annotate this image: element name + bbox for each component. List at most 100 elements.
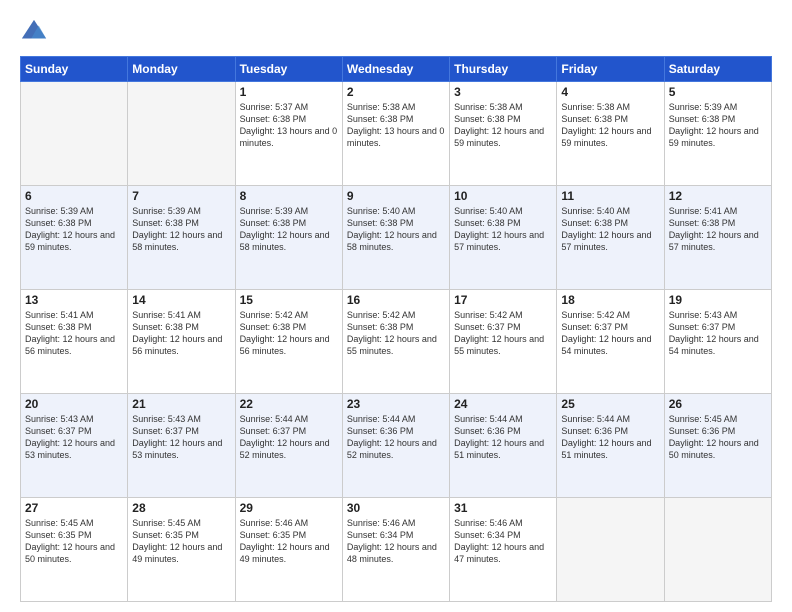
day-number: 21 [132,397,230,411]
cell-details: Sunrise: 5:38 AM Sunset: 6:38 PM Dayligh… [561,101,659,150]
day-number: 1 [240,85,338,99]
calendar-cell: 27 Sunrise: 5:45 AM Sunset: 6:35 PM Dayli… [21,498,128,602]
calendar-cell: 21 Sunrise: 5:43 AM Sunset: 6:37 PM Dayli… [128,394,235,498]
cell-details: Sunrise: 5:42 AM Sunset: 6:37 PM Dayligh… [561,309,659,358]
day-number: 23 [347,397,445,411]
calendar-cell: 13 Sunrise: 5:41 AM Sunset: 6:38 PM Dayli… [21,290,128,394]
cell-details: Sunrise: 5:41 AM Sunset: 6:38 PM Dayligh… [669,205,767,254]
calendar-cell [128,82,235,186]
day-number: 27 [25,501,123,515]
day-number: 20 [25,397,123,411]
calendar-cell: 17 Sunrise: 5:42 AM Sunset: 6:37 PM Dayli… [450,290,557,394]
calendar-cell: 15 Sunrise: 5:42 AM Sunset: 6:38 PM Dayli… [235,290,342,394]
day-number: 13 [25,293,123,307]
calendar-day-header: Saturday [664,57,771,82]
day-number: 6 [25,189,123,203]
cell-details: Sunrise: 5:46 AM Sunset: 6:35 PM Dayligh… [240,517,338,566]
calendar-cell: 29Sunrise: 5:46 AM Sunset: 6:35 PM Dayli… [235,498,342,602]
calendar-cell: 4 Sunrise: 5:38 AM Sunset: 6:38 PM Daylig… [557,82,664,186]
day-number: 26 [669,397,767,411]
cell-details: Sunrise: 5:40 AM Sunset: 6:38 PM Dayligh… [347,205,445,254]
day-number: 7 [132,189,230,203]
calendar-cell: 20 Sunrise: 5:43 AM Sunset: 6:37 PM Dayli… [21,394,128,498]
cell-details: Sunrise: 5:37 AM Sunset: 6:38 PM Dayligh… [240,101,338,150]
day-number: 3 [454,85,552,99]
calendar-day-header: Wednesday [342,57,449,82]
calendar-cell [21,82,128,186]
day-number: 28 [132,501,230,515]
cell-details: Sunrise: 5:42 AM Sunset: 6:38 PM Dayligh… [240,309,338,358]
day-number: 24 [454,397,552,411]
calendar-day-header: Tuesday [235,57,342,82]
day-number: 10 [454,189,552,203]
cell-details: Sunrise: 5:39 AM Sunset: 6:38 PM Dayligh… [669,101,767,150]
cell-details: Sunrise: 5:45 AM Sunset: 6:35 PM Dayligh… [25,517,123,566]
calendar-cell [557,498,664,602]
calendar-day-header: Sunday [21,57,128,82]
day-number: 9 [347,189,445,203]
calendar-cell: 8 Sunrise: 5:39 AM Sunset: 6:38 PM Daylig… [235,186,342,290]
day-number: 11 [561,189,659,203]
calendar-cell: 22 Sunrise: 5:44 AM Sunset: 6:37 PM Dayli… [235,394,342,498]
calendar-week-row: 27 Sunrise: 5:45 AM Sunset: 6:35 PM Dayli… [21,498,772,602]
calendar-cell: 9 Sunrise: 5:40 AM Sunset: 6:38 PM Daylig… [342,186,449,290]
day-number: 22 [240,397,338,411]
cell-details: Sunrise: 5:38 AM Sunset: 6:38 PM Dayligh… [454,101,552,150]
cell-details: Sunrise: 5:43 AM Sunset: 6:37 PM Dayligh… [132,413,230,462]
calendar-cell [664,498,771,602]
calendar-week-row: 6 Sunrise: 5:39 AM Sunset: 6:38 PM Daylig… [21,186,772,290]
calendar-cell: 30 Sunrise: 5:46 AM Sunset: 6:34 PM Dayli… [342,498,449,602]
day-number: 30 [347,501,445,515]
day-number: 12 [669,189,767,203]
calendar-cell: 7Sunrise: 5:39 AM Sunset: 6:38 PM Daylig… [128,186,235,290]
calendar-day-header: Friday [557,57,664,82]
cell-details: Sunrise: 5:42 AM Sunset: 6:37 PM Dayligh… [454,309,552,358]
cell-details: Sunrise: 5:44 AM Sunset: 6:36 PM Dayligh… [347,413,445,462]
cell-details: Sunrise: 5:41 AM Sunset: 6:38 PM Dayligh… [25,309,123,358]
day-number: 4 [561,85,659,99]
day-number: 5 [669,85,767,99]
page: SundayMondayTuesdayWednesdayThursdayFrid… [0,0,792,612]
cell-details: Sunrise: 5:44 AM Sunset: 6:36 PM Dayligh… [561,413,659,462]
calendar-cell: 5 Sunrise: 5:39 AM Sunset: 6:38 PM Daylig… [664,82,771,186]
day-number: 18 [561,293,659,307]
cell-details: Sunrise: 5:46 AM Sunset: 6:34 PM Dayligh… [347,517,445,566]
logo-icon [20,18,48,46]
day-number: 8 [240,189,338,203]
cell-details: Sunrise: 5:43 AM Sunset: 6:37 PM Dayligh… [25,413,123,462]
calendar-cell: 10 Sunrise: 5:40 AM Sunset: 6:38 PM Dayli… [450,186,557,290]
calendar-cell: 12 Sunrise: 5:41 AM Sunset: 6:38 PM Dayli… [664,186,771,290]
cell-details: Sunrise: 5:41 AM Sunset: 6:38 PM Dayligh… [132,309,230,358]
calendar-cell: 28Sunrise: 5:45 AM Sunset: 6:35 PM Dayli… [128,498,235,602]
calendar-cell: 31Sunrise: 5:46 AM Sunset: 6:34 PM Dayli… [450,498,557,602]
calendar-cell: 25 Sunrise: 5:44 AM Sunset: 6:36 PM Dayli… [557,394,664,498]
day-number: 17 [454,293,552,307]
cell-details: Sunrise: 5:44 AM Sunset: 6:36 PM Dayligh… [454,413,552,462]
header [20,18,772,46]
cell-details: Sunrise: 5:46 AM Sunset: 6:34 PM Dayligh… [454,517,552,566]
cell-details: Sunrise: 5:38 AM Sunset: 6:38 PM Dayligh… [347,101,445,150]
calendar-cell: 1 Sunrise: 5:37 AM Sunset: 6:38 PM Daylig… [235,82,342,186]
calendar-cell: 11Sunrise: 5:40 AM Sunset: 6:38 PM Dayli… [557,186,664,290]
calendar-day-header: Thursday [450,57,557,82]
calendar-day-header: Monday [128,57,235,82]
calendar-cell: 16Sunrise: 5:42 AM Sunset: 6:38 PM Dayli… [342,290,449,394]
calendar-cell: 24 Sunrise: 5:44 AM Sunset: 6:36 PM Dayli… [450,394,557,498]
calendar-week-row: 20 Sunrise: 5:43 AM Sunset: 6:37 PM Dayli… [21,394,772,498]
calendar-cell: 6Sunrise: 5:39 AM Sunset: 6:38 PM Daylig… [21,186,128,290]
cell-details: Sunrise: 5:44 AM Sunset: 6:37 PM Dayligh… [240,413,338,462]
day-number: 25 [561,397,659,411]
calendar-week-row: 13 Sunrise: 5:41 AM Sunset: 6:38 PM Dayli… [21,290,772,394]
cell-details: Sunrise: 5:43 AM Sunset: 6:37 PM Dayligh… [669,309,767,358]
cell-details: Sunrise: 5:40 AM Sunset: 6:38 PM Dayligh… [454,205,552,254]
day-number: 15 [240,293,338,307]
calendar-header-row: SundayMondayTuesdayWednesdayThursdayFrid… [21,57,772,82]
logo [20,18,52,46]
calendar-week-row: 1 Sunrise: 5:37 AM Sunset: 6:38 PM Daylig… [21,82,772,186]
day-number: 14 [132,293,230,307]
calendar-cell: 19Sunrise: 5:43 AM Sunset: 6:37 PM Dayli… [664,290,771,394]
cell-details: Sunrise: 5:39 AM Sunset: 6:38 PM Dayligh… [240,205,338,254]
calendar-cell: 26Sunrise: 5:45 AM Sunset: 6:36 PM Dayli… [664,394,771,498]
calendar-cell: 18 Sunrise: 5:42 AM Sunset: 6:37 PM Dayli… [557,290,664,394]
calendar-cell: 2Sunrise: 5:38 AM Sunset: 6:38 PM Daylig… [342,82,449,186]
